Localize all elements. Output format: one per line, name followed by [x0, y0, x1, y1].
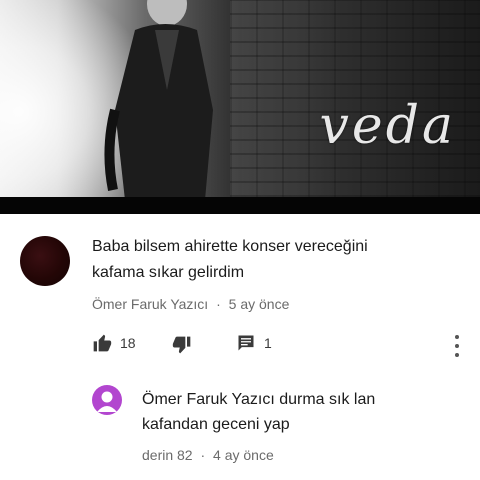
person-icon [97, 391, 117, 412]
thumbs-down-icon [172, 336, 191, 354]
reply-avatar[interactable] [92, 385, 122, 415]
commenter-avatar[interactable] [20, 236, 70, 286]
reply-author[interactable]: derin 82 [142, 447, 193, 463]
comment-meta: Ömer Faruk Yazıcı · 5 ay önce [92, 296, 289, 312]
video-title-overlay: veda [319, 96, 456, 156]
meta-separator: · [200, 447, 206, 463]
thumbnail-bottom-band [0, 197, 480, 214]
like-count: 18 [120, 335, 136, 351]
man-figure-image [104, 0, 213, 197]
like-button[interactable]: 18 [92, 333, 136, 353]
reply-meta: derin 82 · 4 ay önce [142, 447, 274, 463]
reply-text-line-1: Ömer Faruk Yazıcı durma sık lan [142, 391, 376, 408]
comment-text-line-1: Baba bilsem ahirette konser vereceğini [92, 238, 368, 255]
meta-separator: · [216, 296, 221, 312]
reply-count: 1 [264, 335, 272, 351]
comment-author[interactable]: Ömer Faruk Yazıcı [92, 296, 208, 312]
reply-comment-icon [238, 335, 254, 351]
reply-text-line-2: kafandan geceni yap [142, 416, 290, 433]
comment-time: 5 ay önce [228, 296, 290, 312]
dislike-button[interactable] [172, 335, 192, 355]
reply-button[interactable]: 1 [236, 333, 272, 353]
video-thumbnail[interactable]: veda [0, 0, 480, 197]
comment-actions: 18 1 [92, 333, 472, 359]
more-vert-icon[interactable] [452, 335, 462, 357]
comment-text-line-2: kafama sıkar gelirdim [92, 264, 245, 281]
thumbs-up-icon [93, 334, 112, 352]
reply-time: 4 ay önce [213, 447, 274, 463]
